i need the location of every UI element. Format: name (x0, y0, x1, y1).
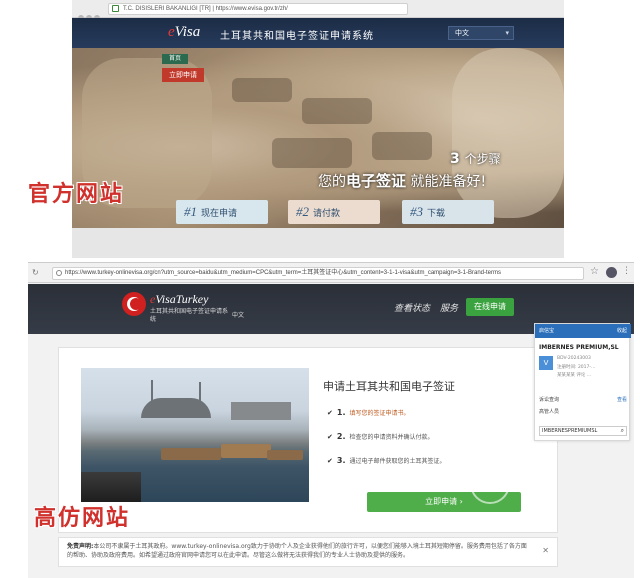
site-header: eVisa 土耳其共和国电子签证申请系统 中文 ▾ (72, 18, 564, 48)
window-controls[interactable] (78, 6, 104, 21)
turkey-flag-icon (122, 292, 146, 316)
browser-toolbar: T.C. DISISLERI BAKANLIGI [TR] | https://… (72, 0, 564, 21)
apply-online-button[interactable]: 在线申请 (466, 298, 514, 316)
browser-toolbar: ↻ https://www.turkey-onlinevisa.org/cn?u… (28, 263, 634, 283)
address-bar[interactable]: https://www.turkey-onlinevisa.org/cn?utm… (52, 267, 584, 280)
company-info-popup: 启信宝 收起 IMBERNES PREMIUM,SL V BDV-20243003… (534, 323, 631, 441)
apply-now-button[interactable]: 立即申请 (162, 68, 204, 82)
popup-row-lawsuit[interactable]: 诉讼查询 查看 (539, 396, 627, 403)
fake-site-label: 高仿网站 (34, 506, 131, 531)
evisa-logo[interactable]: eVisa (168, 24, 200, 41)
address-text: https://www.turkey-onlinevisa.org/cn?utm… (65, 270, 502, 276)
site-title: 土耳其共和国电子签证申请系统 (220, 31, 374, 42)
search-icon: ⌕ (620, 427, 624, 434)
lock-icon (112, 5, 119, 12)
page-footer-area (72, 228, 564, 258)
address-bar[interactable]: T.C. DISISLERI BAKANLIGI [TR] | https://… (108, 3, 408, 15)
popup-search-input[interactable]: IMBERNESPREMIUMSL ⌕ (539, 426, 627, 436)
company-id: BDV-20243003 (557, 356, 591, 361)
company-name: IMBERNES PREMIUM,SL (539, 344, 619, 351)
step-apply[interactable]: #1 现在申请 (176, 200, 268, 224)
popup-row-executives[interactable]: 高管人员 (539, 408, 559, 415)
menu-dots-icon[interactable]: ⋮ (622, 266, 631, 276)
address-text: T.C. DISISLERI BAKANLIGI [TR] | https://… (123, 6, 288, 12)
close-icon[interactable]: ✕ (542, 546, 549, 555)
hero-tagline: 您的电子签证 就能准备好! (318, 172, 487, 190)
info-icon (56, 270, 62, 276)
language-select[interactable]: 中文 ▾ (448, 26, 514, 40)
chevron-down-icon: ▾ (505, 29, 509, 37)
company-date: 注册时间: 2017-... (557, 365, 596, 370)
language-select[interactable]: 中文 (232, 310, 244, 319)
nav-home[interactable]: 首页 (162, 54, 188, 64)
company-meta: 某某某某 评论 ... (557, 373, 592, 378)
list-item: ✔ 2. 检查您的申请资料并确认付款。 (327, 432, 434, 441)
list-item: ✔ 3. 通过电子邮件获取您的土耳其签证。 (327, 456, 446, 465)
reload-icon[interactable]: ↻ (32, 268, 39, 277)
nav-services[interactable]: 服务 (440, 301, 458, 314)
brand-subtitle: 土耳其共和国电子签证申请系统 (150, 308, 229, 323)
application-card: 申请土耳其共和国电子签证 ✔ 1. 填写您的签证申请书。 ✔ 2. 检查您的申请资料并确… (58, 347, 558, 533)
disclaimer-bar: 免责声明:本公司不隶属于土耳其政府。www.turkey-onlinevisa.… (58, 537, 558, 567)
nav-check-status[interactable]: 查看状态 (394, 301, 430, 314)
istanbul-photo (81, 368, 309, 502)
profile-avatar[interactable] (606, 267, 617, 278)
verified-icon: V (539, 356, 553, 370)
official-site-screenshot: T.C. DISISLERI BAKANLIGI [TR] | https://… (72, 0, 564, 258)
watermark-logo: 冰 (470, 464, 510, 504)
step-download[interactable]: #3 下载 (402, 200, 494, 224)
list-item: ✔ 1. 填写您的签证申请书。 (327, 408, 410, 417)
collapse-button[interactable]: 收起 (617, 324, 627, 338)
card-title: 申请土耳其共和国电子签证 (323, 380, 455, 393)
brand-logo[interactable]: eVisaTurkey (150, 292, 208, 307)
step-pay[interactable]: #2 请付款 (288, 200, 380, 224)
bookmark-star-icon[interactable]: ☆ (590, 266, 599, 277)
official-site-label: 官方网站 (28, 182, 125, 207)
steps-count: 3 个步骤 (450, 151, 501, 167)
popup-header: 启信宝 收起 (535, 324, 631, 338)
